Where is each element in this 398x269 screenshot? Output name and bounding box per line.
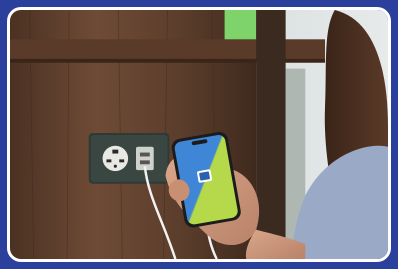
wall-socket xyxy=(88,133,170,184)
photo-illustration xyxy=(10,10,388,259)
photo xyxy=(7,7,391,262)
blue-frame xyxy=(0,0,398,269)
wood-post xyxy=(256,10,286,259)
